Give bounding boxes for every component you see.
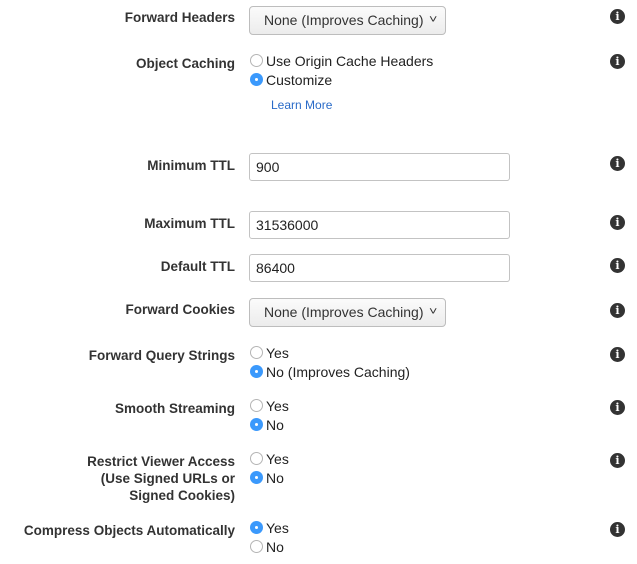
radio-button[interactable] [250, 399, 263, 412]
forward-cookies-select[interactable]: None (Improves Caching) ˅ [249, 298, 446, 327]
learn-more-link[interactable]: Learn More [271, 98, 332, 112]
radio-button[interactable] [250, 452, 263, 465]
forward-query-strings-label: Forward Query Strings [88, 348, 235, 363]
radio-button-checked[interactable] [250, 521, 263, 534]
radio-button[interactable] [250, 540, 263, 553]
forward-cookies-label: Forward Cookies [125, 302, 235, 317]
forward-query-strings-option-no[interactable]: No (Improves Caching) [250, 362, 410, 381]
radio-button-checked[interactable] [250, 73, 263, 86]
restrict-viewer-access-radio-group: Yes No [250, 449, 289, 487]
radio-label: Yes [266, 450, 289, 467]
restrict-viewer-access-option-no[interactable]: No [250, 468, 289, 487]
object-caching-label: Object Caching [135, 56, 235, 71]
chevron-down-icon: ˅ [428, 14, 437, 26]
maximum-ttl-label: Maximum TTL [144, 216, 235, 231]
radio-label: No [266, 469, 284, 486]
forward-headers-value: None (Improves Caching) [264, 12, 424, 28]
radio-button-checked[interactable] [250, 471, 263, 484]
label-line: Signed Cookies) [129, 488, 235, 503]
forward-cookies-value: None (Improves Caching) [264, 304, 424, 320]
object-caching-option-origin[interactable]: Use Origin Cache Headers [250, 51, 433, 70]
compress-objects-radio-group: Yes No [250, 518, 289, 556]
restrict-viewer-access-option-yes[interactable]: Yes [250, 449, 289, 468]
radio-label: Yes [266, 519, 289, 536]
radio-label: No (Improves Caching) [266, 363, 410, 380]
info-icon[interactable]: i [610, 156, 625, 171]
forward-query-strings-option-yes[interactable]: Yes [250, 343, 410, 362]
info-icon[interactable]: i [610, 303, 625, 318]
maximum-ttl-input[interactable] [249, 211, 510, 239]
radio-label: No [266, 416, 284, 433]
radio-button-checked[interactable] [250, 418, 263, 431]
info-icon[interactable]: i [610, 522, 625, 537]
radio-button[interactable] [250, 346, 263, 359]
default-ttl-input[interactable] [249, 254, 510, 282]
minimum-ttl-input[interactable] [249, 153, 510, 181]
radio-label: Customize [266, 71, 333, 88]
radio-label: Yes [266, 344, 289, 361]
info-icon[interactable]: i [610, 453, 625, 468]
forward-query-strings-radio-group: Yes No (Improves Caching) [250, 343, 410, 381]
smooth-streaming-option-yes[interactable]: Yes [250, 396, 289, 415]
smooth-streaming-label: Smooth Streaming [114, 401, 235, 416]
forward-headers-select[interactable]: None (Improves Caching) ˅ [249, 6, 446, 35]
restrict-viewer-access-label: Restrict Viewer Access (Use Signed URLs … [87, 453, 235, 504]
info-icon[interactable]: i [610, 9, 625, 24]
info-icon[interactable]: i [610, 347, 625, 362]
label-line: Restrict Viewer Access [87, 454, 235, 469]
radio-button-checked[interactable] [250, 365, 263, 378]
object-caching-option-customize[interactable]: Customize [250, 70, 433, 89]
info-icon[interactable]: i [610, 258, 625, 273]
radio-label: Yes [266, 397, 289, 414]
compress-objects-option-yes[interactable]: Yes [250, 518, 289, 537]
radio-label: Use Origin Cache Headers [266, 52, 434, 69]
chevron-down-icon: ˅ [428, 306, 437, 318]
compress-objects-label: Compress Objects Automatically [23, 523, 235, 538]
smooth-streaming-radio-group: Yes No [250, 396, 289, 434]
info-icon[interactable]: i [610, 54, 625, 69]
compress-objects-option-no[interactable]: No [250, 537, 289, 556]
label-line: (Use Signed URLs or [100, 471, 235, 486]
info-icon[interactable]: i [610, 215, 625, 230]
info-icon[interactable]: i [610, 400, 625, 415]
forward-headers-label: Forward Headers [124, 10, 235, 25]
radio-label: No [266, 538, 284, 555]
radio-button[interactable] [250, 54, 263, 67]
default-ttl-label: Default TTL [160, 259, 235, 274]
smooth-streaming-option-no[interactable]: No [250, 415, 289, 434]
minimum-ttl-label: Minimum TTL [147, 158, 235, 173]
object-caching-radio-group: Use Origin Cache Headers Customize [250, 51, 433, 89]
